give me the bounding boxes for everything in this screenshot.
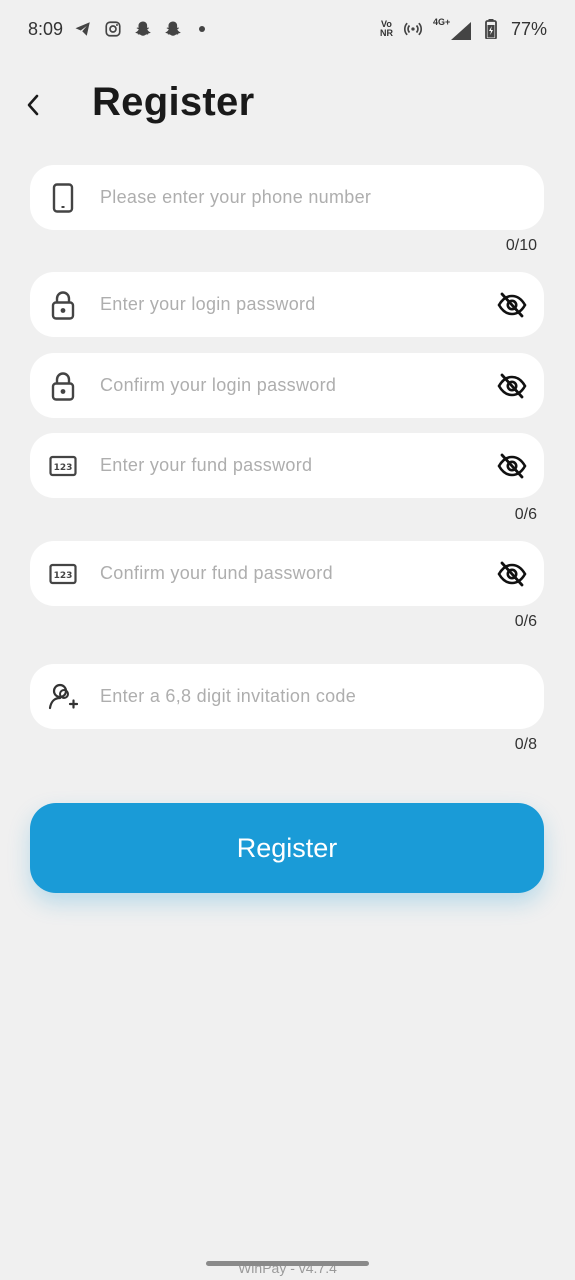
hotspot-icon: [403, 19, 423, 39]
volte-icon: Vo NR: [379, 19, 393, 38]
confirm-login-password-field[interactable]: [30, 353, 544, 418]
confirm-fund-password-field[interactable]: 123: [30, 541, 544, 606]
numeric-keypad-icon: 123: [48, 451, 78, 481]
lock-icon: [48, 290, 78, 320]
login-password-input[interactable]: [100, 272, 480, 337]
battery-level: 77%: [510, 18, 547, 39]
snapchat-icon: [163, 19, 183, 39]
confirm-fund-password-counter: 0/6: [514, 613, 537, 630]
page-title: Register: [92, 80, 255, 124]
fund-password-input[interactable]: [100, 433, 480, 498]
register-button[interactable]: Register: [30, 803, 544, 893]
lock-icon: [48, 371, 78, 401]
svg-text:123: 123: [54, 571, 73, 581]
status-bar-left: 8:09: [28, 18, 206, 40]
eye-off-icon[interactable]: [496, 450, 528, 482]
status-bar-right: Vo NR 4G+ 77%: [380, 18, 547, 40]
invitation-code-input[interactable]: [100, 664, 480, 729]
fund-password-field[interactable]: 123: [30, 433, 544, 498]
battery-icon: [481, 19, 501, 39]
chevron-left-icon: [27, 94, 39, 116]
confirm-fund-password-input[interactable]: [100, 541, 480, 606]
eye-off-icon[interactable]: [496, 370, 528, 402]
home-indicator[interactable]: [206, 1261, 369, 1266]
invitation-code-counter: 0/8: [514, 736, 537, 753]
eye-off-icon[interactable]: [496, 558, 528, 590]
numeric-keypad-icon: 123: [48, 559, 78, 589]
phone-field[interactable]: [30, 165, 544, 230]
signal-icon: 4G+: [433, 18, 471, 40]
header: Register: [0, 70, 575, 140]
telegram-icon: [73, 19, 93, 39]
phone-counter: 0/10: [505, 237, 537, 254]
status-time: 8:09: [28, 18, 64, 39]
dot-icon: [199, 26, 206, 32]
fund-password-counter: 0/6: [514, 506, 537, 523]
invite-user-icon: [48, 682, 78, 712]
back-button[interactable]: [18, 85, 48, 125]
instagram-icon: [103, 19, 123, 39]
eye-off-icon[interactable]: [496, 289, 528, 321]
phone-icon: [48, 182, 78, 213]
confirm-login-password-input[interactable]: [100, 353, 480, 418]
status-bar: 8:09 Vo NR 4G+ 77%: [0, 0, 575, 58]
phone-input[interactable]: [100, 165, 480, 230]
snapchat-icon: [133, 19, 153, 39]
invitation-code-field[interactable]: [30, 664, 544, 729]
login-password-field[interactable]: [30, 272, 544, 337]
svg-text:123: 123: [54, 463, 73, 473]
